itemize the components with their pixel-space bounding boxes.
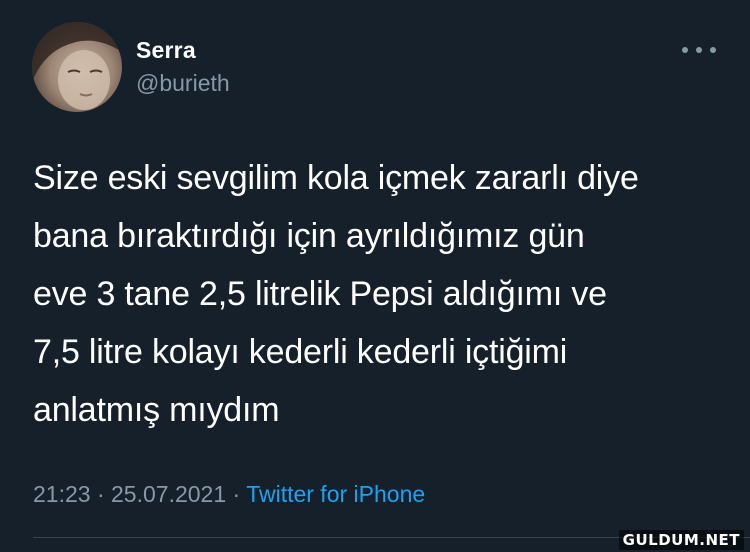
meta-separator: ·: [232, 481, 241, 507]
tweet-meta: 21:23 · 25.07.2021 · Twitter for iPhone: [33, 481, 425, 508]
more-dot: [696, 47, 702, 53]
watermark-logo: GULDUM.NET: [618, 530, 744, 550]
tweet-time[interactable]: 21:23: [33, 481, 91, 507]
more-horizontal-icon[interactable]: [682, 40, 716, 60]
tweet-source-link[interactable]: Twitter for iPhone: [246, 481, 425, 507]
display-name[interactable]: Serra: [136, 37, 196, 64]
avatar-photo: [32, 22, 122, 110]
tweet-date[interactable]: 25.07.2021: [111, 481, 226, 507]
more-dot: [710, 47, 716, 53]
tweet-card: Serra @burieth Size eski sevgilim kola i…: [0, 0, 750, 552]
tweet-text: Size eski sevgilim kola içmek zararlı di…: [33, 159, 639, 429]
avatar[interactable]: [32, 22, 122, 112]
user-handle[interactable]: @burieth: [136, 70, 230, 97]
more-dot: [682, 47, 688, 53]
meta-separator: ·: [96, 481, 105, 507]
